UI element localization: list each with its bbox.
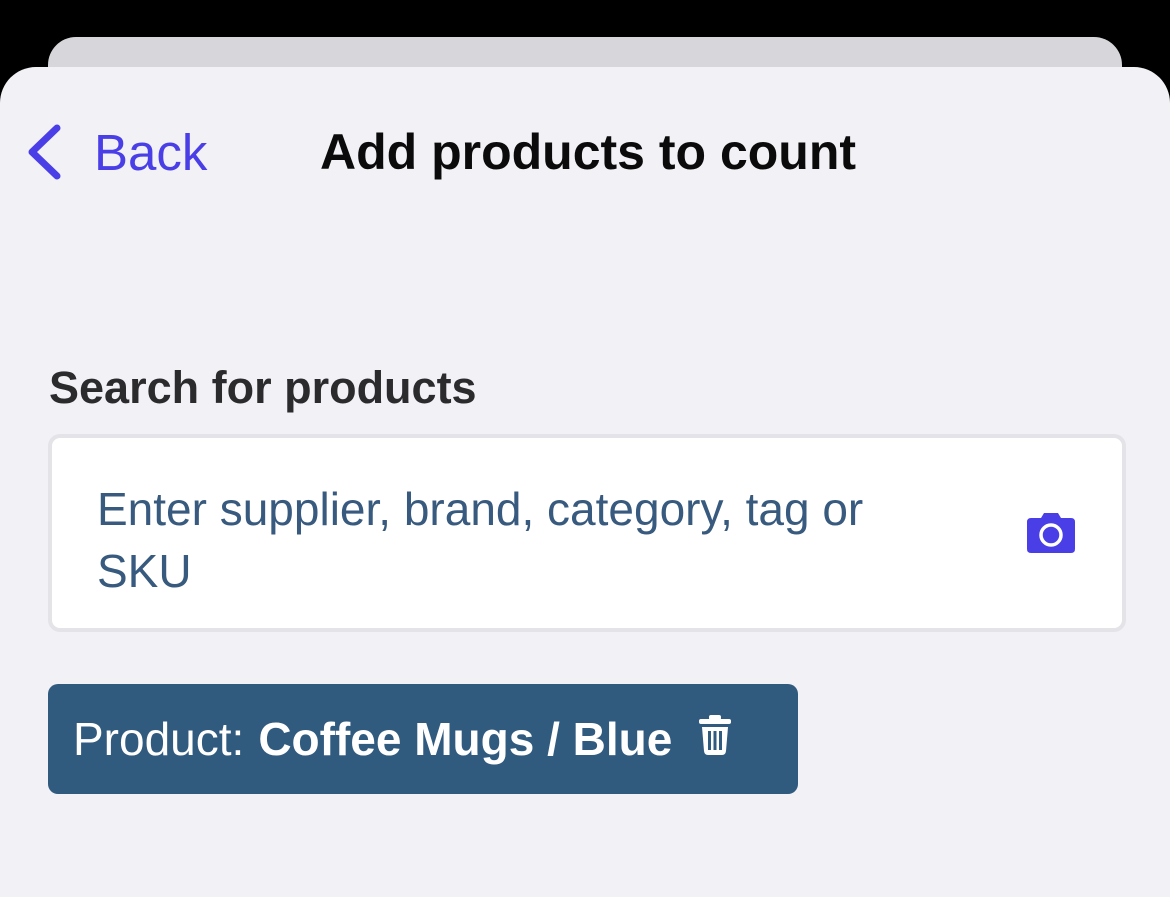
camera-icon <box>1026 513 1076 558</box>
search-placeholder: Enter supplier, brand, category, tag or … <box>97 483 864 597</box>
back-button[interactable]: Back <box>24 120 207 184</box>
search-input[interactable]: Enter supplier, brand, category, tag or … <box>48 434 1126 632</box>
search-label: Search for products <box>49 362 477 413</box>
back-button-label: Back <box>94 123 208 181</box>
camera-scan-button[interactable] <box>1026 512 1076 554</box>
remove-filter-button[interactable] <box>698 715 732 759</box>
chip-value: Coffee Mugs / Blue <box>258 713 673 765</box>
page-title: Add products to count <box>320 124 857 180</box>
chip-prefix: Product: <box>73 713 245 765</box>
product-filter-chip: Product: Coffee Mugs / Blue <box>48 684 798 794</box>
chevron-left-icon <box>24 122 64 182</box>
trash-icon <box>698 712 732 766</box>
